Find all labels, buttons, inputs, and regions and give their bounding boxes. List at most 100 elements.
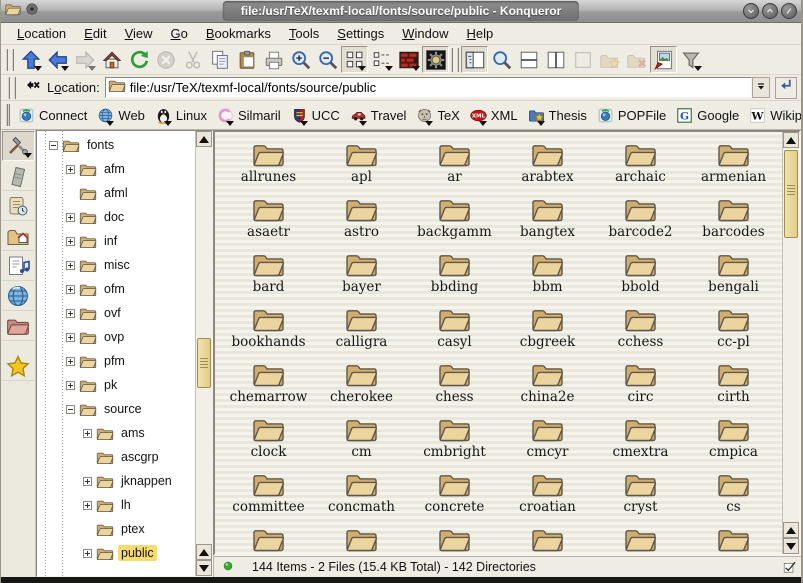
icon-view-button[interactable] (341, 46, 368, 73)
folder-bbm[interactable]: bbm (501, 250, 594, 305)
tree-item-ams[interactable]: ams (37, 421, 195, 445)
folder-armenian[interactable]: armenian (687, 140, 780, 195)
sidebar-tab-bookmark-flag[interactable] (2, 161, 35, 191)
folder-cmcyr[interactable]: cmcyr (501, 415, 594, 470)
tree-item-ovp[interactable]: ovp (37, 325, 195, 349)
folder-bayer[interactable]: bayer (315, 250, 408, 305)
bookmark-thesis[interactable]: Thesis (523, 105, 592, 126)
bookmark-silmaril[interactable]: Silmaril (212, 105, 286, 126)
paste-button[interactable] (233, 46, 260, 73)
tree-item-ascgrp[interactable]: ascgrp (37, 445, 195, 469)
expand-toggle-icon[interactable] (66, 357, 75, 366)
menu-window[interactable]: Window (394, 24, 456, 43)
folder-ar[interactable]: ar (408, 140, 501, 195)
folder-chemarrow[interactable]: chemarrow (222, 360, 315, 415)
brick-wall-button[interactable] (395, 46, 422, 73)
expand-toggle-icon[interactable] (83, 477, 92, 486)
scroll-up-button[interactable] (783, 522, 799, 538)
folder-bengali[interactable]: bengali (687, 250, 780, 305)
zoom-in-button[interactable] (287, 46, 314, 73)
expand-toggle-icon[interactable] (66, 165, 75, 174)
bookmark-google[interactable]: GGoogle (671, 105, 744, 126)
back-button[interactable] (44, 46, 71, 73)
scrollbar-thumb[interactable] (197, 338, 211, 388)
shade-button[interactable] (743, 3, 759, 19)
folder-partial[interactable] (222, 525, 315, 554)
image-preview-button[interactable] (650, 46, 677, 73)
toolbar-handle[interactable] (6, 49, 14, 71)
menu-go[interactable]: Go (163, 24, 196, 43)
tree-item-pfm[interactable]: pfm (37, 349, 195, 373)
maximize-button[interactable] (762, 3, 778, 19)
folder-cs[interactable]: cs (687, 470, 780, 525)
menu-bookmarks[interactable]: Bookmarks (198, 24, 279, 43)
menu-settings[interactable]: Settings (329, 24, 392, 43)
expand-toggle-icon[interactable] (66, 261, 75, 270)
folder-concmath[interactable]: concmath (315, 470, 408, 525)
location-combo-arrow[interactable] (752, 77, 770, 98)
folder-arabtex[interactable]: arabtex (501, 140, 594, 195)
clear-location-icon[interactable] (24, 76, 42, 99)
dropdown-arrow-icon[interactable] (88, 66, 96, 71)
filter-button[interactable] (677, 46, 704, 73)
folder-clock[interactable]: clock (222, 415, 315, 470)
sidebar-config-button[interactable] (2, 131, 35, 161)
expand-toggle-icon[interactable] (66, 309, 75, 318)
zoom-out-button[interactable] (314, 46, 341, 73)
tree-item-fonts[interactable]: fonts (37, 133, 195, 157)
folder-committee[interactable]: committee (222, 470, 315, 525)
bookmark-connect[interactable]: Connect (13, 105, 92, 126)
titlebar[interactable]: file:/usr/TeX/texmf-local/fonts/source/p… (1, 0, 801, 23)
tree-item-doc[interactable]: doc (37, 205, 195, 229)
view-indicator-icon[interactable] (782, 560, 797, 578)
menu-tools[interactable]: Tools (281, 24, 327, 43)
tree-item-public[interactable]: public (37, 541, 195, 565)
bookmark-linux[interactable]: Linux (150, 105, 212, 126)
bookmarksbar-handle[interactable] (6, 104, 10, 126)
dropdown-arrow-icon[interactable] (694, 66, 702, 71)
scroll-up-button[interactable] (783, 132, 799, 148)
dropdown-arrow-icon[interactable] (358, 66, 366, 71)
dropdown-arrow-icon[interactable] (61, 66, 69, 71)
tree-item-inf[interactable]: inf (37, 229, 195, 253)
menu-location[interactable]: Location (9, 24, 74, 43)
tree-item-afm[interactable]: afm (37, 157, 195, 181)
folder-bookhands[interactable]: bookhands (222, 305, 315, 360)
scrollbar-track[interactable] (196, 147, 212, 544)
close-button[interactable] (781, 3, 797, 19)
expand-toggle-icon[interactable] (66, 333, 75, 342)
dropdown-arrow-icon[interactable] (412, 66, 420, 71)
folder-allrunes[interactable]: allrunes (222, 140, 315, 195)
folder-astro[interactable]: astro (315, 195, 408, 250)
expand-toggle-icon[interactable] (83, 549, 92, 558)
bookmark-wikipedia[interactable]: WWikipedia (744, 105, 803, 126)
tree-item-pk[interactable]: pk (37, 373, 195, 397)
folder-china2e[interactable]: china2e (501, 360, 594, 415)
expand-toggle-icon[interactable] (66, 213, 75, 222)
sidebar-tab-history[interactable] (2, 191, 35, 221)
folder-partial[interactable] (501, 525, 594, 554)
folder-partial[interactable] (408, 525, 501, 554)
gear-globe-button[interactable] (422, 46, 449, 73)
sidebar-tab-bookmarks[interactable] (2, 351, 35, 381)
folder-calligra[interactable]: calligra (315, 305, 408, 360)
folder-cchess[interactable]: cchess (594, 305, 687, 360)
folder-partial[interactable] (315, 525, 408, 554)
expand-toggle-icon[interactable] (66, 381, 75, 390)
folder-cirth[interactable]: cirth (687, 360, 780, 415)
menu-edit[interactable]: Edit (76, 24, 114, 43)
tree-item-lh[interactable]: lh (37, 493, 195, 517)
scroll-down-button[interactable] (196, 560, 212, 576)
find-button[interactable] (488, 46, 515, 73)
go-button[interactable] (775, 77, 797, 99)
folder-partial[interactable] (594, 525, 687, 554)
collapse-toggle-icon[interactable] (49, 141, 58, 150)
tree-scrollbar[interactable] (195, 131, 212, 576)
dropdown-arrow-icon[interactable] (34, 66, 42, 71)
print-button[interactable] (260, 46, 287, 73)
folder-cc-pl[interactable]: cc-pl (687, 305, 780, 360)
bookmark-xml[interactable]: XMLXML (465, 105, 523, 126)
collapse-toggle-icon[interactable] (66, 405, 75, 414)
folder-cbgreek[interactable]: cbgreek (501, 305, 594, 360)
folder-cmextra[interactable]: cmextra (594, 415, 687, 470)
